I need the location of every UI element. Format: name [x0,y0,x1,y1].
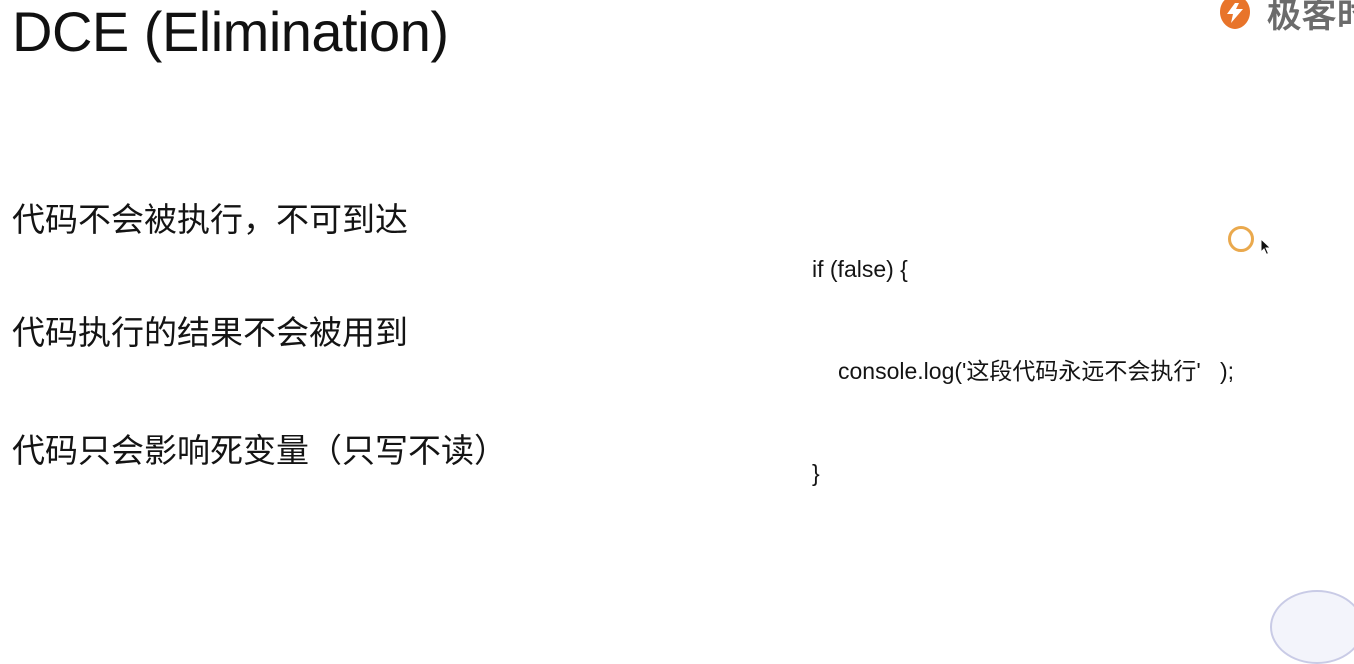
slide: DCE (Elimination) 极客时 代码不会被执行，不可到达 代码执行的… [0,0,1354,664]
corner-decoration [1270,590,1354,664]
code-sample: if (false) { console.log('这段代码永远不会执行' );… [812,184,1234,558]
cursor-highlight-ring [1228,226,1254,252]
slide-title: DCE (Elimination) [12,0,449,63]
code-line-console-log: console.log('这段代码永远不会执行' ); [838,358,1235,384]
code-line-close-brace: } [812,460,820,486]
code-line-if: if (false) { [812,256,908,282]
geekbang-logo-icon [1220,0,1250,29]
mouse-pointer-icon [1260,238,1272,256]
point-unreachable: 代码不会被执行，不可到达 [12,200,408,239]
point-dead-variable: 代码只会影响死变量（只写不读） [12,431,507,470]
logo-text: 极客时 [1267,0,1354,36]
point-unused-result: 代码执行的结果不会被用到 [12,313,408,352]
brand-logo: 极客时 [1215,0,1354,38]
